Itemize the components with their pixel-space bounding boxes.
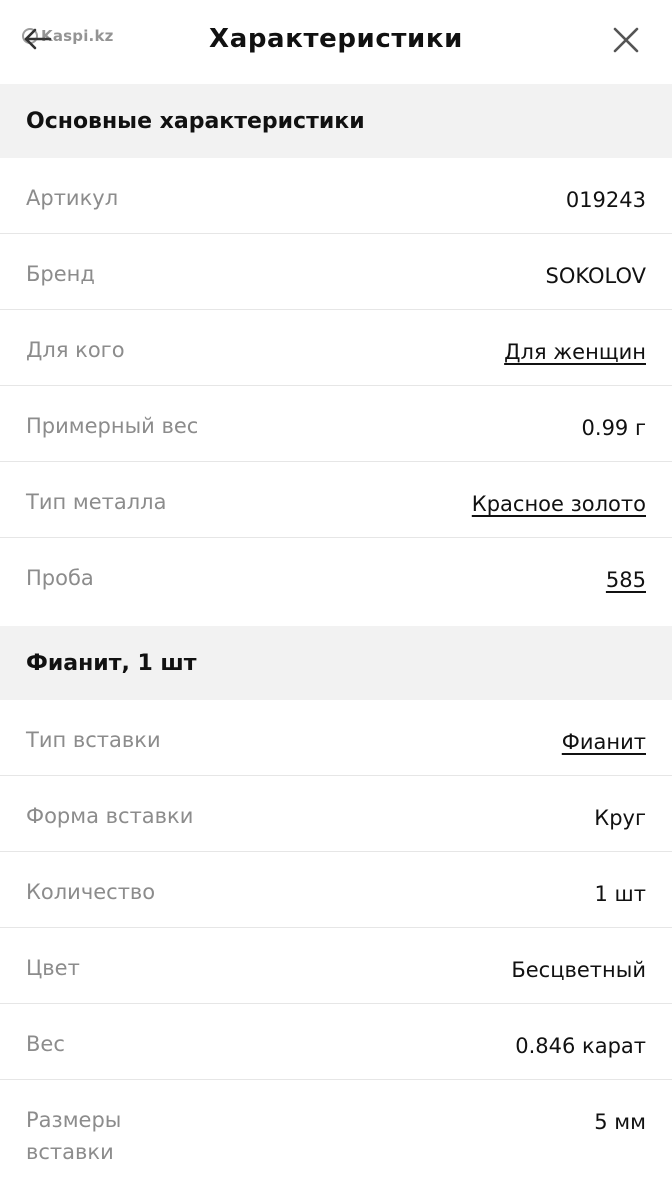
section-header-main: Основные характеристики	[0, 84, 672, 158]
row-quantity: Количество 1 шт	[0, 852, 672, 928]
row-brand: Бренд SOKOLOV	[0, 234, 672, 310]
row-value-link[interactable]: 585	[606, 564, 646, 596]
row-label: Артикул	[26, 186, 119, 210]
row-label: Размеры вставки	[26, 1108, 122, 1164]
row-for-whom: Для кого Для женщин	[0, 310, 672, 386]
row-approx-weight: Примерный вес 0.99 г	[0, 386, 672, 462]
row-insert-size: Размеры вставки 5 мм	[0, 1080, 672, 1176]
row-value: Круг	[594, 806, 646, 830]
row-label: Тип металла	[26, 490, 167, 514]
section-header-insert: Фианит, 1 шт	[0, 626, 672, 700]
row-label: Примерный вес	[26, 414, 199, 438]
row-value: 5 мм	[594, 1110, 646, 1134]
row-value: 0.99 г	[581, 416, 646, 440]
row-fineness: Проба 585	[0, 538, 672, 626]
close-icon	[610, 27, 642, 60]
page-title: Характеристики	[209, 24, 463, 54]
row-label: Цвет	[26, 956, 80, 980]
row-label: Количество	[26, 880, 156, 904]
row-metal-type: Тип металла Красное золото	[0, 462, 672, 538]
row-value-link[interactable]: Для женщин	[504, 336, 646, 368]
row-value: SOKOLOV	[545, 264, 647, 288]
row-value: 019243	[565, 188, 646, 212]
row-label: Бренд	[26, 262, 95, 286]
row-value: 1 шт	[594, 882, 647, 906]
row-weight: Вес 0.846 карат	[0, 1004, 672, 1080]
row-color: Цвет Бесцветный	[0, 928, 672, 1004]
header: Kaspi.kz Характеристики	[0, 0, 672, 84]
row-label: Для кого	[26, 338, 125, 362]
row-value: Бесцветный	[511, 958, 646, 982]
row-value-link[interactable]: Фианит	[562, 726, 646, 758]
row-label: Вес	[26, 1032, 65, 1056]
row-value-link[interactable]: Красное золото	[472, 488, 646, 520]
row-value: 0.846 карат	[515, 1034, 646, 1058]
row-label: Тип вставки	[26, 728, 161, 752]
row-label: Проба	[26, 566, 94, 590]
row-insert-type: Тип вставки Фианит	[0, 700, 672, 776]
row-label: Форма вставки	[26, 804, 194, 828]
row-insert-shape: Форма вставки Круг	[0, 776, 672, 852]
row-article: Артикул 019243	[0, 158, 672, 234]
close-button[interactable]	[610, 24, 642, 56]
